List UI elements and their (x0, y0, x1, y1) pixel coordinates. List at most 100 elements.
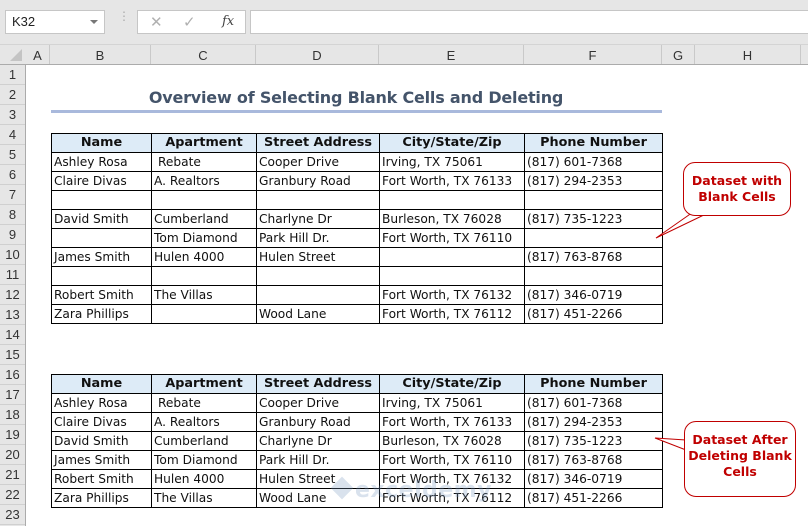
table-cell[interactable]: (817) 294-2353 (524, 412, 663, 432)
table-cell[interactable]: (817) 601-7368 (524, 152, 663, 172)
column-heading[interactable]: Apartment (151, 133, 257, 153)
column-heading[interactable]: City/State/Zip (379, 133, 525, 153)
table-cell[interactable]: Granbury Road (256, 412, 380, 432)
select-all-button[interactable] (0, 45, 26, 64)
row-header-7[interactable]: 7 (0, 185, 25, 205)
table-cell[interactable]: Robert Smith (51, 469, 152, 489)
row-header-12[interactable]: 12 (0, 285, 25, 305)
row-header-3[interactable]: 3 (0, 105, 25, 125)
table-cell[interactable] (256, 285, 380, 305)
column-heading[interactable]: Street Address (256, 374, 380, 394)
table-cell[interactable] (256, 266, 380, 286)
column-heading[interactable]: Street Address (256, 133, 380, 153)
row-header-11[interactable]: 11 (0, 265, 25, 285)
table-cell[interactable] (379, 266, 525, 286)
row-header-10[interactable]: 10 (0, 245, 25, 265)
column-header-c[interactable]: C (151, 45, 256, 64)
table-cell[interactable]: Cumberland (151, 209, 257, 229)
table-cell[interactable]: Fort Worth, TX 76110 (379, 450, 525, 470)
column-header-b[interactable]: B (50, 45, 151, 64)
table-cell[interactable] (51, 266, 152, 286)
table-cell[interactable]: Charlyne Dr (256, 209, 380, 229)
table-cell[interactable] (256, 190, 380, 210)
table-cell[interactable]: Hulen 4000 (151, 247, 257, 267)
row-header-19[interactable]: 19 (0, 425, 25, 445)
table-cell[interactable]: Zara Phillips (51, 304, 152, 324)
table-cell[interactable] (379, 190, 525, 210)
table-cell[interactable]: Fort Worth, TX 76133 (379, 171, 525, 191)
row-header-18[interactable]: 18 (0, 405, 25, 425)
row-header-14[interactable]: 14 (0, 325, 25, 345)
table-cell[interactable]: Cooper Drive (256, 152, 380, 172)
table-cell[interactable]: David Smith (51, 431, 152, 451)
table-cell[interactable]: Robert Smith (51, 285, 152, 305)
table-cell[interactable] (524, 266, 663, 286)
table-cell[interactable]: Tom Diamond (151, 450, 257, 470)
column-heading[interactable]: Phone Number (524, 133, 663, 153)
row-header-16[interactable]: 16 (0, 365, 25, 385)
table-cell[interactable]: (817) 763-8768 (524, 247, 663, 267)
table-cell[interactable]: Charlyne Dr (256, 431, 380, 451)
row-header-9[interactable]: 9 (0, 225, 25, 245)
table-cell[interactable]: Fort Worth, TX 76133 (379, 412, 525, 432)
row-header-17[interactable]: 17 (0, 385, 25, 405)
column-header-g[interactable]: G (662, 45, 695, 64)
table-cell[interactable]: Irving, TX 75061 (379, 393, 525, 413)
table-cell[interactable]: Irving, TX 75061 (379, 152, 525, 172)
row-header-21[interactable]: 21 (0, 465, 25, 485)
column-header-h[interactable]: H (695, 45, 801, 64)
table-cell[interactable] (51, 190, 152, 210)
table-cell[interactable]: (817) 451-2266 (524, 488, 663, 508)
drag-handle-icon[interactable]: ⋮ (118, 10, 130, 22)
table-cell[interactable]: Burleson, TX 76028 (379, 431, 525, 451)
row-header-23[interactable]: 23 (0, 505, 25, 525)
column-header-f[interactable]: F (524, 45, 662, 64)
table-cell[interactable] (151, 266, 257, 286)
table-cell[interactable]: (817) 346-0719 (524, 285, 663, 305)
table-cell[interactable] (51, 228, 152, 248)
table-cell[interactable]: The Villas (151, 488, 257, 508)
row-header-8[interactable]: 8 (0, 205, 25, 225)
row-header-15[interactable]: 15 (0, 345, 25, 365)
table-cell[interactable]: Park Hill Dr. (256, 450, 380, 470)
table-cell[interactable]: Claire Divas (51, 171, 152, 191)
table-cell[interactable]: Burleson, TX 76028 (379, 209, 525, 229)
table-cell[interactable]: (817) 346-0719 (524, 469, 663, 489)
column-header-d[interactable]: D (256, 45, 379, 64)
row-header-20[interactable]: 20 (0, 445, 25, 465)
row-header-22[interactable]: 22 (0, 485, 25, 505)
table-cell[interactable]: Park Hill Dr. (256, 228, 380, 248)
column-heading[interactable]: Phone Number (524, 374, 663, 394)
table-cell[interactable]: Cumberland (151, 431, 257, 451)
table-cell[interactable]: Ashley Rosa (51, 152, 152, 172)
column-header-a[interactable]: A (26, 45, 50, 64)
table-cell[interactable]: (817) 601-7368 (524, 393, 663, 413)
row-header-5[interactable]: 5 (0, 145, 25, 165)
table-cell[interactable]: Wood Lane (256, 304, 380, 324)
table-cell[interactable]: Ashley Rosa (51, 393, 152, 413)
table-cell[interactable]: James Smith (51, 450, 152, 470)
table-cell[interactable]: Zara Phillips (51, 488, 152, 508)
column-heading[interactable]: Apartment (151, 374, 257, 394)
table-cell[interactable]: Rebate (151, 393, 257, 413)
table-cell[interactable] (151, 304, 257, 324)
table-cell[interactable] (524, 190, 663, 210)
row-header-6[interactable]: 6 (0, 165, 25, 185)
table-cell[interactable]: Hulen Street (256, 247, 380, 267)
table-cell[interactable]: Fort Worth, TX 76110 (379, 228, 525, 248)
table-cell[interactable]: Hulen 4000 (151, 469, 257, 489)
chevron-down-icon[interactable] (90, 20, 98, 24)
insert-function-icon[interactable]: fx (222, 14, 234, 29)
formula-input[interactable] (250, 10, 808, 34)
column-heading[interactable]: Name (51, 133, 152, 153)
table-cell[interactable]: A. Realtors (151, 412, 257, 432)
table-cell[interactable]: Fort Worth, TX 76112 (379, 304, 525, 324)
table-cell[interactable]: David Smith (51, 209, 152, 229)
table-cell[interactable]: Rebate (151, 152, 257, 172)
enter-icon[interactable]: ✓ (183, 13, 196, 31)
table-cell[interactable]: Granbury Road (256, 171, 380, 191)
name-box[interactable]: K32 (5, 10, 105, 34)
table-cell[interactable]: A. Realtors (151, 171, 257, 191)
column-header-e[interactable]: E (379, 45, 524, 64)
table-cell[interactable]: The Villas (151, 285, 257, 305)
